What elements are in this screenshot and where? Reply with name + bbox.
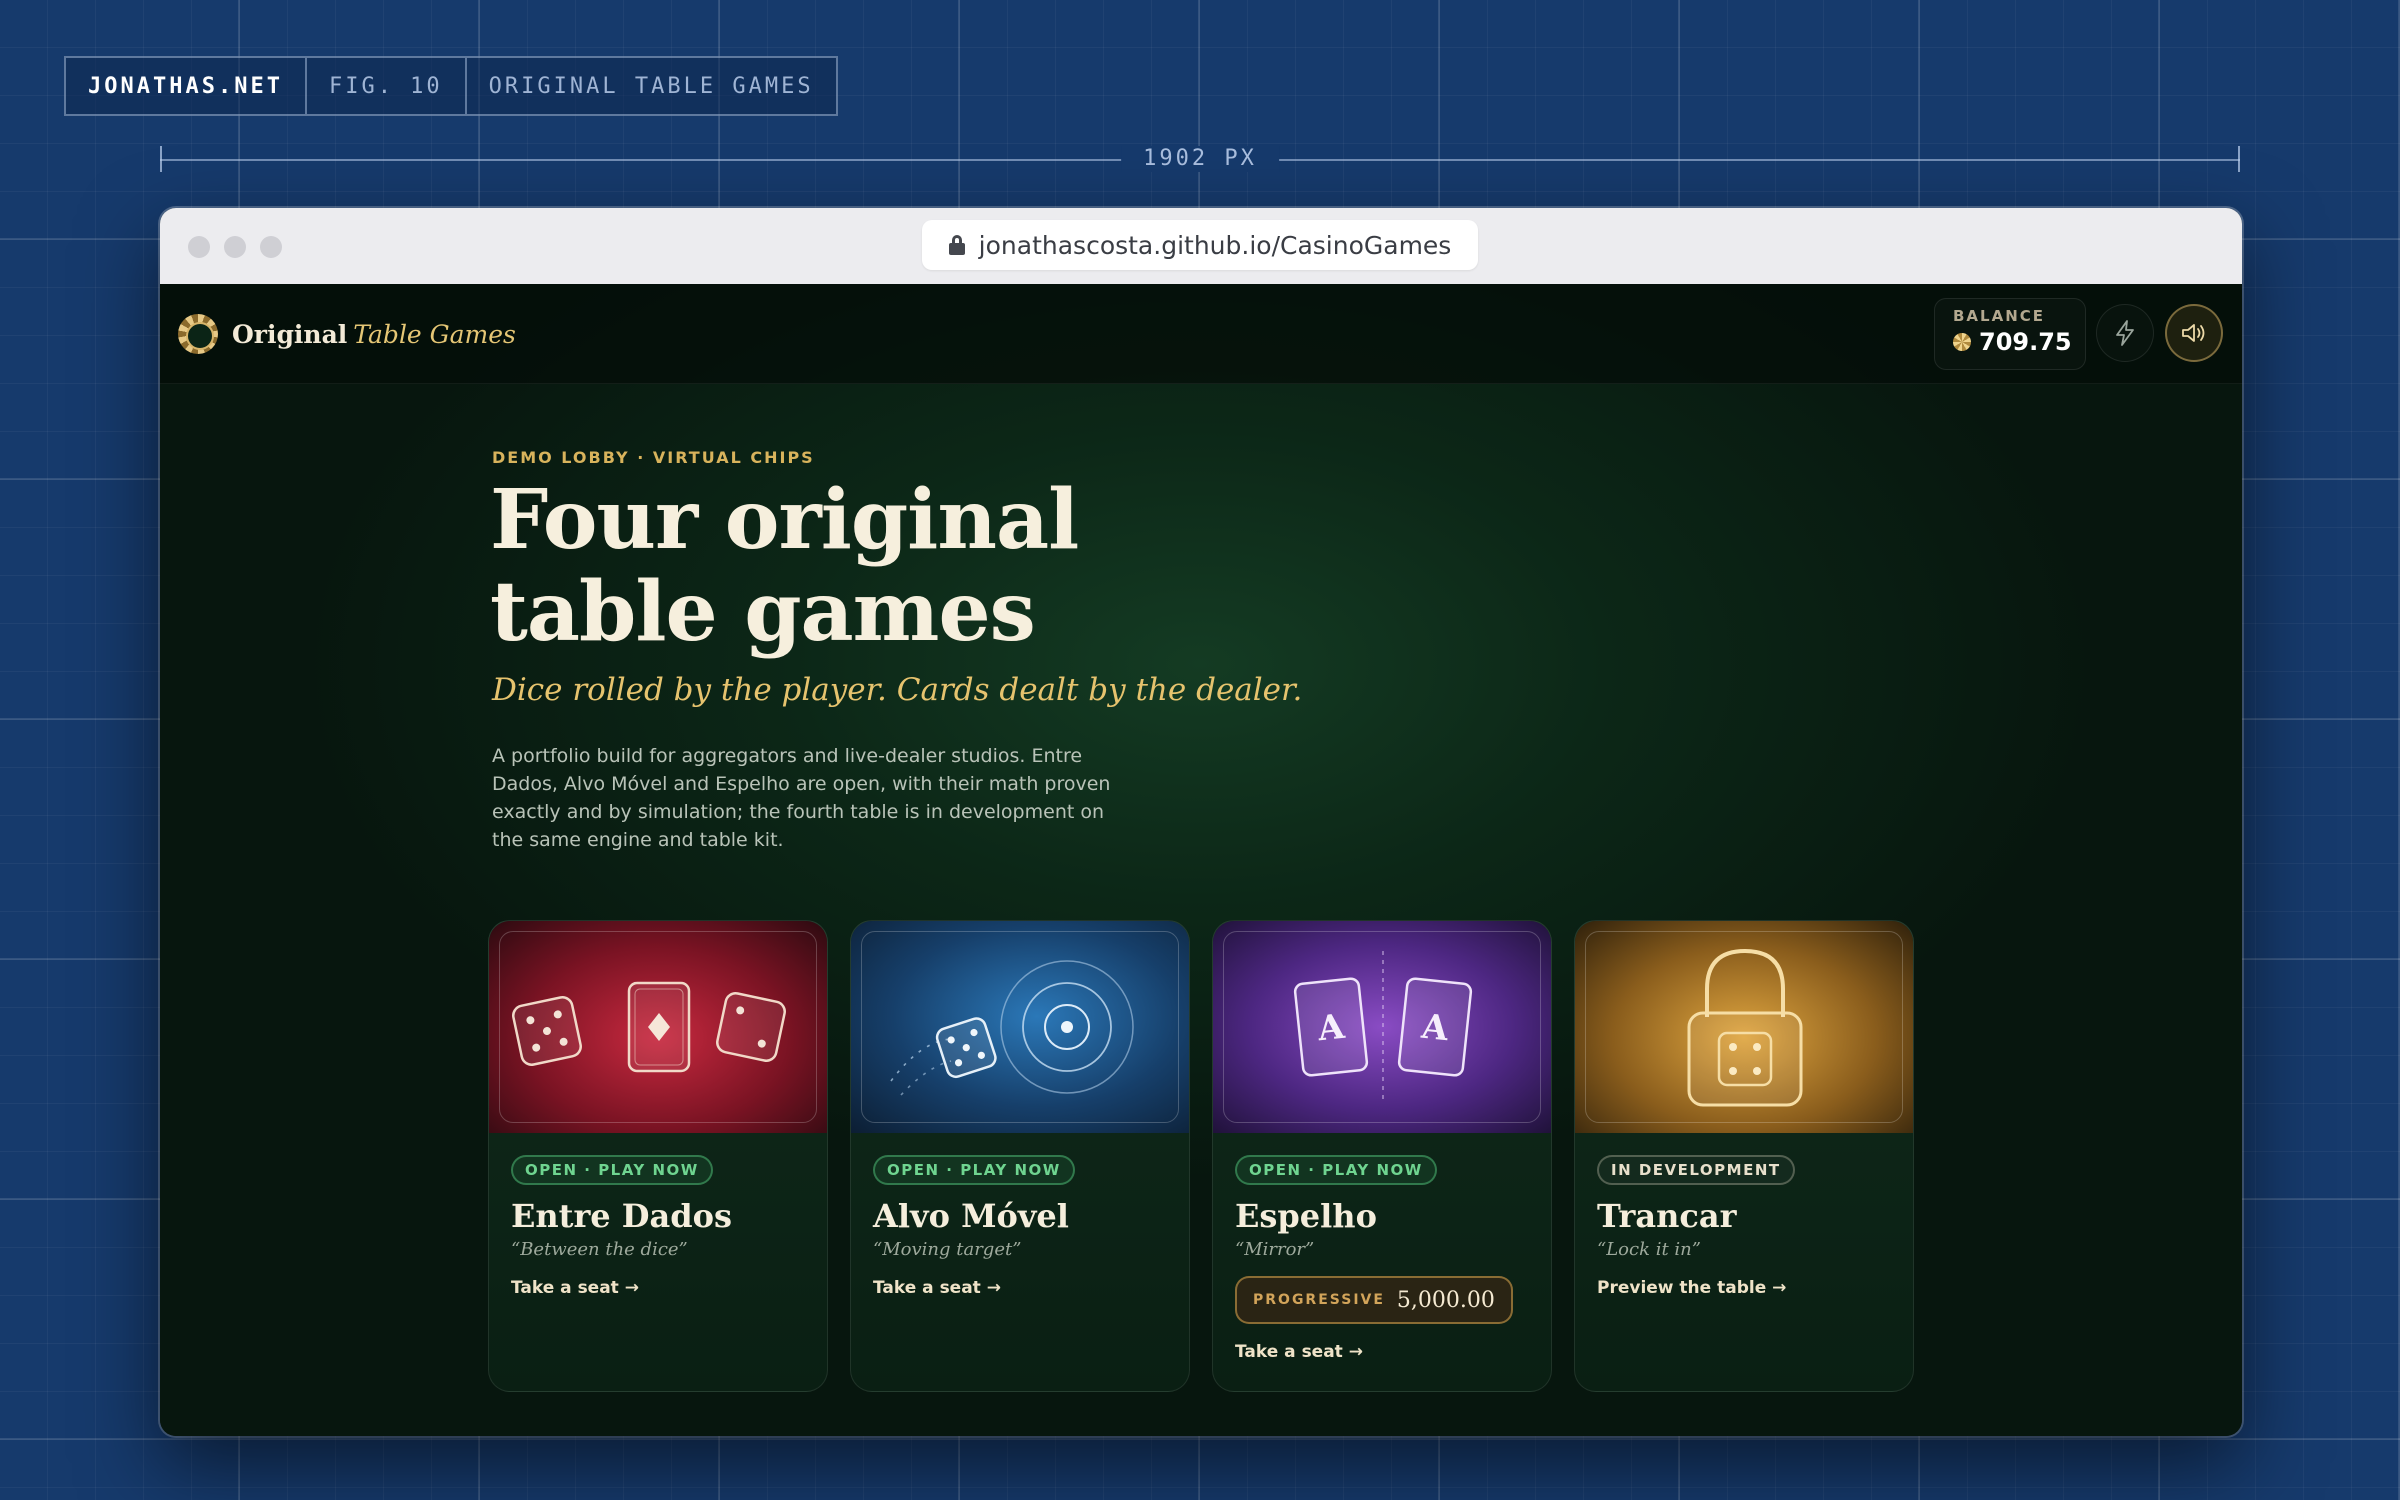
hero-kicker: DEMO LOBBY · VIRTUAL CHIPS bbox=[492, 448, 815, 467]
window-close-dot[interactable] bbox=[188, 236, 210, 258]
status-badge: IN DEVELOPMENT bbox=[1597, 1155, 1795, 1185]
window-maximize-dot[interactable] bbox=[260, 236, 282, 258]
window-minimize-dot[interactable] bbox=[224, 236, 246, 258]
take-a-seat-link[interactable]: Take a seat → bbox=[511, 1278, 809, 1298]
game-card-body: OPEN · PLAY NOW Entre Dados “Between the… bbox=[511, 1155, 809, 1298]
speaker-icon bbox=[2182, 324, 2205, 342]
game-title: Alvo Móvel bbox=[873, 1197, 1069, 1235]
game-art-entre-dados bbox=[489, 921, 827, 1133]
figure-caption: ORIGINAL TABLE GAMES bbox=[464, 58, 836, 114]
brand-name: Original Table Games bbox=[232, 320, 516, 349]
padlock-die-icon bbox=[1687, 948, 1803, 1107]
game-art-espelho: A A bbox=[1213, 921, 1551, 1133]
hero-title-line1: Four original bbox=[490, 472, 1079, 568]
balance-label: BALANCE bbox=[1953, 307, 2046, 325]
game-title: Trancar bbox=[1597, 1197, 1737, 1235]
figure-label: JONATHAS.NET FIG. 10 ORIGINAL TABLE GAME… bbox=[64, 56, 838, 116]
progressive-jackpot: PROGRESSIVE 5,000.00 bbox=[1235, 1276, 1513, 1324]
chip-logo-icon bbox=[178, 314, 218, 354]
ace-letter-right: A bbox=[1419, 1007, 1451, 1050]
game-tagline: “Between the dice” bbox=[511, 1239, 688, 1260]
game-card-entre-dados[interactable]: OPEN · PLAY NOW Entre Dados “Between the… bbox=[488, 920, 828, 1392]
progressive-value: 5,000.00 bbox=[1396, 1287, 1495, 1313]
game-art-alvo-movel bbox=[851, 921, 1189, 1133]
hero-title-line2: table games bbox=[490, 564, 1036, 660]
balance-value: 709.75 bbox=[1979, 328, 2072, 356]
browser-chrome: jonathascosta.github.io/CasinoGames bbox=[160, 208, 2242, 284]
address-bar[interactable]: jonathascosta.github.io/CasinoGames bbox=[922, 220, 1478, 270]
dimension-tick-right bbox=[2238, 146, 2240, 172]
app-header: Original Table Games BALANCE 709.75 bbox=[160, 284, 2242, 384]
coin-icon bbox=[1953, 333, 1971, 351]
game-card-trancar[interactable]: IN DEVELOPMENT Trancar “Lock it in” Prev… bbox=[1574, 920, 1914, 1392]
dice-and-card-icon bbox=[512, 981, 786, 1073]
hero-title: Four original table games bbox=[490, 474, 1390, 658]
dimension-label: 1902 PX bbox=[1121, 146, 1279, 172]
balance-amount: 709.75 bbox=[1953, 328, 2085, 356]
hero-subtitle: Dice rolled by the player. Cards dealt b… bbox=[492, 672, 1303, 708]
mirrored-aces-icon: A A bbox=[1293, 951, 1473, 1103]
game-title: Entre Dados bbox=[511, 1197, 733, 1235]
address-url: jonathascosta.github.io/CasinoGames bbox=[978, 230, 1452, 260]
hero-blurb: A portfolio build for aggregators and li… bbox=[492, 745, 1111, 851]
game-tagline: “Mirror” bbox=[1235, 1239, 1315, 1260]
browser-window: jonathascosta.github.io/CasinoGames Orig… bbox=[160, 208, 2242, 1436]
status-badge: OPEN · PLAY NOW bbox=[1235, 1155, 1437, 1185]
game-card-body: OPEN · PLAY NOW Espelho “Mirror” PROGRES… bbox=[1235, 1155, 1533, 1362]
status-badge: OPEN · PLAY NOW bbox=[873, 1155, 1075, 1185]
brand-accent: Table Games bbox=[353, 319, 516, 349]
game-tagline: “Moving target” bbox=[873, 1239, 1022, 1260]
window-controls bbox=[188, 236, 282, 258]
balance-display: BALANCE 709.75 bbox=[1934, 298, 2086, 370]
take-a-seat-link[interactable]: Take a seat → bbox=[1235, 1342, 1533, 1362]
dimension-line: 1902 PX bbox=[160, 146, 2240, 172]
game-tagline: “Lock it in” bbox=[1597, 1239, 1701, 1260]
bolt-icon bbox=[2116, 320, 2134, 346]
brand-logo[interactable]: Original Table Games bbox=[178, 314, 516, 354]
preview-table-link[interactable]: Preview the table → bbox=[1597, 1278, 1895, 1298]
progressive-label: PROGRESSIVE bbox=[1253, 1292, 1385, 1308]
game-card-espelho[interactable]: A A OPEN · PLAY NOW Espelho “Mirror” PRO… bbox=[1212, 920, 1552, 1392]
sound-toggle-button[interactable] bbox=[2165, 304, 2223, 362]
brand-main: Original bbox=[232, 319, 348, 349]
lock-icon bbox=[948, 235, 965, 255]
figure-number: FIG. 10 bbox=[304, 58, 465, 114]
figure-site: JONATHAS.NET bbox=[88, 73, 283, 99]
turbo-button[interactable] bbox=[2096, 304, 2154, 362]
game-card-body: OPEN · PLAY NOW Alvo Móvel “Moving targe… bbox=[873, 1155, 1171, 1298]
game-card-alvo-movel[interactable]: OPEN · PLAY NOW Alvo Móvel “Moving targe… bbox=[850, 920, 1190, 1392]
game-art-trancar bbox=[1575, 921, 1913, 1133]
game-card-body: IN DEVELOPMENT Trancar “Lock it in” Prev… bbox=[1597, 1155, 1895, 1298]
casino-app: Original Table Games BALANCE 709.75 DEMO… bbox=[160, 284, 2242, 1436]
ace-letter-left: A bbox=[1315, 1007, 1347, 1050]
status-badge: OPEN · PLAY NOW bbox=[511, 1155, 713, 1185]
target-and-die-icon bbox=[890, 960, 1134, 1096]
game-title: Espelho bbox=[1235, 1197, 1377, 1235]
take-a-seat-link[interactable]: Take a seat → bbox=[873, 1278, 1171, 1298]
dimension-tick-left bbox=[160, 146, 162, 172]
